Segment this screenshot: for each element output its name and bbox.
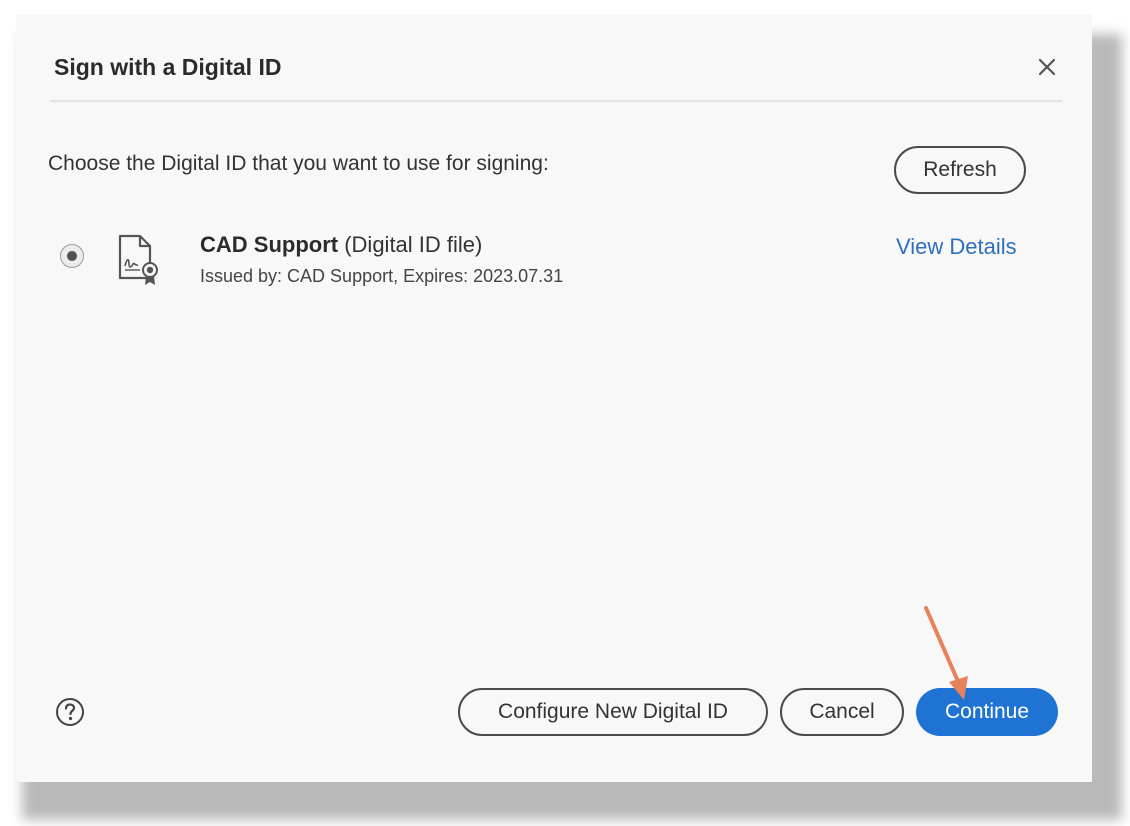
- title-divider: [50, 100, 1062, 102]
- continue-button[interactable]: Continue: [916, 688, 1058, 736]
- choose-id-prompt: Choose the Digital ID that you want to u…: [48, 152, 549, 175]
- help-icon[interactable]: [54, 696, 86, 728]
- digital-id-type: (Digital ID file): [344, 232, 483, 257]
- cancel-button[interactable]: Cancel: [780, 688, 904, 736]
- refresh-button[interactable]: Refresh: [894, 146, 1026, 194]
- certificate-icon: [116, 230, 160, 288]
- digital-id-row[interactable]: CAD Support (Digital ID file) Issued by:…: [52, 224, 1052, 294]
- sign-digital-id-dialog: Sign with a Digital ID Choose the Digita…: [16, 14, 1092, 782]
- radio-selected-dot: [67, 251, 77, 261]
- close-icon[interactable]: [1032, 52, 1062, 82]
- digital-id-radio[interactable]: [60, 244, 84, 268]
- digital-id-issuer: Issued by: CAD Support, Expires: 2023.07…: [200, 266, 564, 286]
- digital-id-name: CAD Support: [200, 232, 339, 257]
- dialog-title: Sign with a Digital ID: [54, 54, 282, 80]
- digital-id-title: CAD Support (Digital ID file): [200, 232, 482, 258]
- view-details-link[interactable]: View Details: [896, 234, 1017, 260]
- configure-new-digital-id-button[interactable]: Configure New Digital ID: [458, 688, 768, 736]
